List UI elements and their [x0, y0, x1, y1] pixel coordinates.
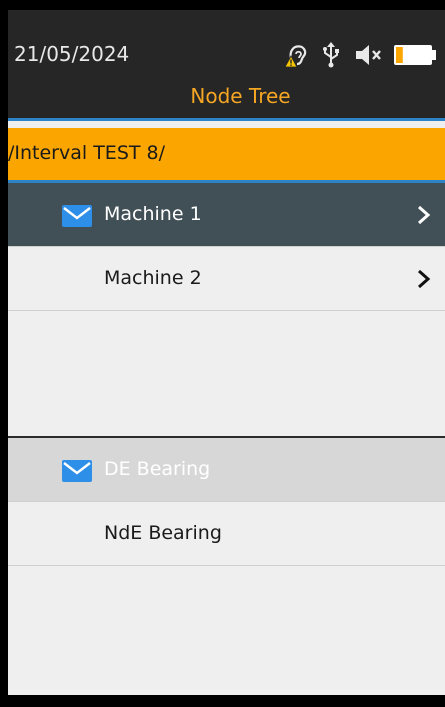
list-item-nde-bearing[interactable]: NdE Bearing [8, 502, 445, 566]
speaker-muted-icon [354, 42, 384, 68]
chevron-right-icon [416, 203, 432, 227]
message-icon [62, 205, 92, 227]
list-item-de-bearing[interactable]: DE Bearing [8, 438, 445, 502]
breadcrumb-text: /Interval TEST 8/ [8, 142, 166, 164]
ear-warning-icon [284, 42, 310, 68]
machine-label: Machine 1 [104, 203, 202, 225]
breadcrumb-path: /Interval TEST 8/ [8, 128, 445, 183]
point-label: NdE Bearing [104, 522, 222, 544]
chevron-right-icon [416, 267, 432, 291]
screen-title: Node Tree [190, 84, 291, 108]
status-bar: 21/05/2024 Node Tree [8, 10, 445, 121]
usb-icon [322, 42, 340, 68]
machine-label: Machine 2 [104, 267, 202, 289]
date-display: 21/05/2024 [14, 42, 130, 66]
message-icon [62, 460, 92, 482]
list-item-machine-2[interactable]: Machine 2 [8, 247, 445, 311]
device-screen: 21/05/2024 Node Tree /Interval TEST 8/ M… [8, 10, 445, 695]
list-item-machine-1[interactable]: Machine 1 [8, 183, 445, 247]
battery-icon [393, 42, 439, 68]
point-label: DE Bearing [104, 458, 211, 480]
